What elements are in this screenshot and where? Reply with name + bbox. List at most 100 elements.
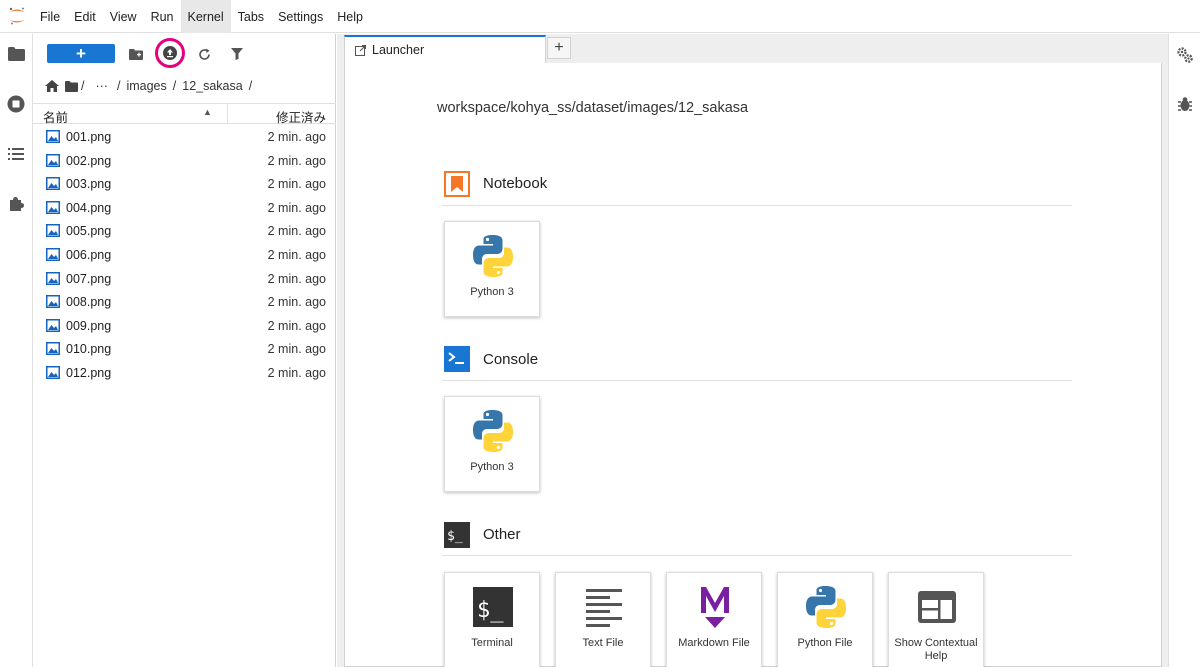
- file-modified: 2 min. ago: [267, 224, 326, 239]
- file-row[interactable]: 001.png 2 min. ago: [33, 125, 336, 149]
- stop-circle-icon: [7, 95, 25, 113]
- file-list-header: 名前 ▲ 修正済み: [33, 103, 336, 126]
- section-divider: [442, 555, 1072, 556]
- debugger-tab[interactable]: [1169, 87, 1200, 121]
- menu-file[interactable]: File: [33, 0, 67, 33]
- terminal-card[interactable]: $_ Terminal: [444, 572, 540, 667]
- file-modified: 2 min. ago: [267, 200, 326, 215]
- python-icon: [806, 586, 846, 628]
- text-file-icon: [586, 589, 622, 627]
- upload-icon: [163, 46, 177, 60]
- left-activity-bar: [0, 34, 33, 667]
- image-file-icon: [46, 153, 60, 167]
- text-file-card[interactable]: Text File: [555, 572, 651, 667]
- file-row[interactable]: 010.png 2 min. ago: [33, 337, 336, 361]
- name-column-header[interactable]: 名前: [43, 107, 68, 126]
- file-name: 010.png: [66, 342, 112, 357]
- file-name: 005.png: [66, 224, 112, 239]
- file-row[interactable]: 007.png 2 min. ago: [33, 267, 336, 291]
- image-file-icon: [46, 342, 60, 356]
- console-section-icon: [444, 346, 470, 372]
- launcher-cwd: workspace/kohya_ss/dataset/images/12_sak…: [437, 100, 749, 116]
- file-modified: 2 min. ago: [267, 365, 326, 380]
- launcher-icon: [355, 44, 366, 56]
- python-icon: [473, 235, 513, 277]
- file-name: 001.png: [66, 130, 112, 144]
- console-python3-card[interactable]: Python 3: [444, 396, 540, 492]
- card-label: Markdown File: [678, 637, 750, 649]
- card-label: Python 3: [470, 461, 514, 473]
- file-name: 002.png: [66, 153, 112, 168]
- image-file-icon: [46, 271, 60, 285]
- image-file-icon: [46, 365, 60, 379]
- jupyter-logo-icon: [0, 0, 33, 33]
- file-name: 004.png: [66, 200, 112, 215]
- markdown-icon: [701, 587, 729, 628]
- file-row[interactable]: 009.png 2 min. ago: [33, 314, 336, 338]
- file-row[interactable]: 002.png 2 min. ago: [33, 149, 336, 173]
- menu-edit[interactable]: Edit: [67, 0, 103, 33]
- breadcrumb-images[interactable]: images: [126, 79, 166, 93]
- file-modified: 2 min. ago: [267, 130, 326, 144]
- add-tab-button[interactable]: +: [547, 37, 571, 59]
- refresh-button[interactable]: [192, 42, 216, 66]
- menu-help[interactable]: Help: [330, 0, 370, 33]
- section-divider: [442, 380, 1072, 381]
- file-row[interactable]: 003.png 2 min. ago: [33, 172, 336, 196]
- card-label: Text File: [582, 637, 624, 649]
- tab-bar: Launcher +: [337, 34, 1168, 63]
- file-name: 006.png: [66, 247, 112, 262]
- upload-button[interactable]: [155, 38, 185, 68]
- svg-text:$_: $_: [477, 598, 504, 623]
- file-row[interactable]: 006.png 2 min. ago: [33, 243, 336, 267]
- breadcrumb-12-sakasa[interactable]: 12_sakasa: [182, 79, 242, 93]
- file-row[interactable]: 004.png 2 min. ago: [33, 196, 336, 220]
- launcher-panel: workspace/kohya_ss/dataset/images/12_sak…: [344, 63, 1162, 667]
- card-label: Show Contextual Help: [894, 637, 978, 662]
- image-file-icon: [46, 247, 60, 261]
- file-row[interactable]: 005.png 2 min. ago: [33, 219, 336, 243]
- file-row[interactable]: 012.png 2 min. ago: [33, 361, 336, 385]
- markdown-file-card[interactable]: Markdown File: [666, 572, 762, 667]
- extension-manager-tab[interactable]: [0, 186, 32, 222]
- file-browser-tab[interactable]: [0, 36, 32, 72]
- property-inspector-tab[interactable]: [1169, 38, 1200, 72]
- refresh-icon: [198, 48, 210, 60]
- new-folder-button[interactable]: [124, 42, 148, 66]
- filter-icon: [231, 48, 243, 60]
- image-file-icon: [46, 200, 60, 214]
- card-label: Terminal: [471, 637, 513, 649]
- menu-run[interactable]: Run: [144, 0, 181, 33]
- image-file-icon: [46, 318, 60, 332]
- menu-settings[interactable]: Settings: [271, 0, 330, 33]
- image-file-icon: [46, 130, 60, 143]
- other-section-icon: $_: [444, 522, 470, 548]
- menu-tabs[interactable]: Tabs: [231, 0, 271, 33]
- notebook-python3-card[interactable]: Python 3: [444, 221, 540, 317]
- breadcrumb-separator: /: [116, 79, 121, 93]
- tab-launcher[interactable]: Launcher: [344, 35, 546, 63]
- breadcrumb-separator: /: [81, 79, 85, 93]
- file-name: 009.png: [66, 318, 112, 333]
- file-row[interactable]: 008.png 2 min. ago: [33, 290, 336, 314]
- sort-ascending-icon: ▲: [203, 107, 212, 117]
- puzzle-icon: [10, 197, 24, 211]
- filter-button[interactable]: [225, 42, 249, 66]
- modified-column-header[interactable]: 修正済み: [276, 107, 326, 126]
- new-folder-icon: [129, 48, 143, 60]
- table-of-contents-tab[interactable]: [0, 136, 32, 172]
- new-launcher-button[interactable]: +: [47, 44, 115, 63]
- python-file-card[interactable]: Python File: [777, 572, 873, 667]
- file-modified: 2 min. ago: [267, 295, 326, 310]
- image-file-icon: [46, 295, 60, 309]
- menu-kernel[interactable]: Kernel: [180, 0, 231, 33]
- right-sidebar: [1168, 34, 1200, 667]
- column-divider[interactable]: [227, 104, 228, 123]
- folder-icon[interactable]: [65, 80, 78, 92]
- running-sessions-tab[interactable]: [0, 86, 32, 122]
- menu-view[interactable]: View: [103, 0, 144, 33]
- contextual-help-card[interactable]: Show Contextual Help: [888, 572, 984, 667]
- home-icon[interactable]: [45, 80, 59, 92]
- folder-icon: [7, 47, 25, 61]
- breadcrumb-ellipsis[interactable]: ···: [95, 79, 108, 93]
